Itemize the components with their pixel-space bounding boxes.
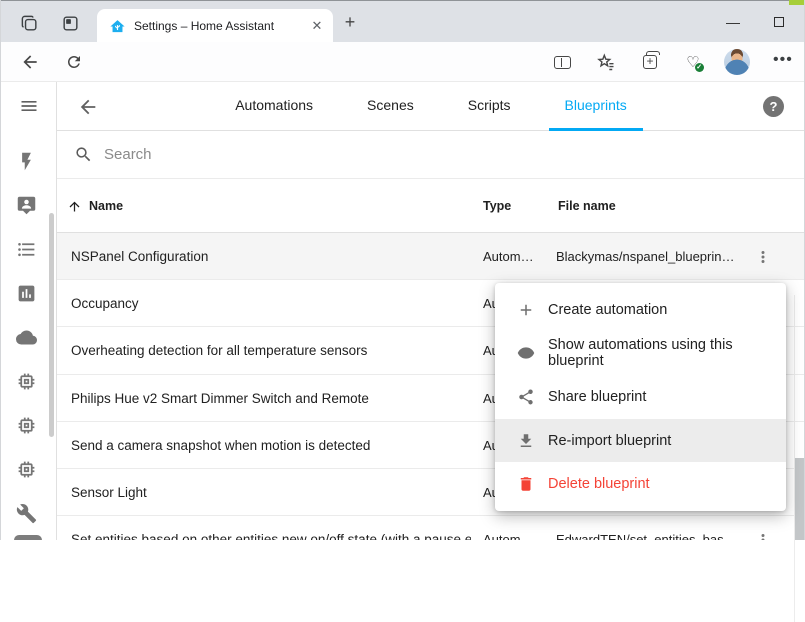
- table-header: Name Type File name: [57, 179, 805, 233]
- menu-hamburger-icon[interactable]: [18, 96, 40, 116]
- favorites-list-icon[interactable]: [595, 51, 617, 73]
- row-name: Occupancy: [71, 280, 139, 327]
- plus-icon: [517, 301, 535, 319]
- tab-actions-icon[interactable]: [60, 13, 80, 33]
- trash-icon: [517, 475, 535, 493]
- sidebar-item-cloud[interactable]: [0, 315, 52, 359]
- row-name: Set entities based on other entities new…: [71, 516, 471, 540]
- workspaces-icon[interactable]: [19, 13, 39, 33]
- new-tab-button[interactable]: +: [340, 12, 360, 32]
- tab-title: Settings – Home Assistant: [134, 19, 309, 33]
- collections-icon[interactable]: +: [639, 51, 661, 73]
- browser-toolbar: Not secure | homeassistant.local:8123/..…: [0, 42, 805, 82]
- share-icon: [517, 388, 535, 406]
- window-left-edge: [0, 0, 1, 540]
- menu-item-create-automation[interactable]: Create automation: [495, 288, 786, 332]
- sidebar-item-wrench[interactable]: [0, 491, 52, 535]
- list-icon: [16, 239, 37, 260]
- row-type: Autom…: [483, 516, 549, 540]
- help-icon[interactable]: ?: [763, 96, 784, 117]
- row-name: Sensor Light: [71, 469, 147, 516]
- download-icon: [517, 432, 535, 450]
- column-header-type[interactable]: Type: [483, 179, 511, 233]
- sidebar-item-chip[interactable]: [0, 359, 52, 403]
- row-file: Blackymas/nspanel_blueprin…: [556, 233, 746, 280]
- sidebar-item-list[interactable]: [0, 227, 52, 271]
- tab-scenes[interactable]: Scenes: [351, 82, 430, 131]
- account-marker-icon: [16, 195, 37, 216]
- sidebar-scrollbar[interactable]: [49, 213, 54, 437]
- row-name: NSPanel Configuration: [71, 233, 208, 280]
- search-bar[interactable]: [57, 131, 805, 179]
- sidebar-item-flash[interactable]: [0, 139, 52, 183]
- window-maximize-button[interactable]: [764, 11, 794, 33]
- sidebar-item-chip[interactable]: [0, 403, 52, 447]
- menu-item-delete-blueprint[interactable]: Delete blueprint: [495, 462, 786, 506]
- sidebar-item-chip[interactable]: [0, 447, 52, 491]
- chip-icon: [16, 415, 37, 436]
- chip-icon: [16, 459, 37, 480]
- cloud-icon: [16, 327, 37, 348]
- ha-header: Automations Scenes Scripts Blueprints ?: [57, 82, 805, 131]
- green-corner: [789, 0, 805, 5]
- tab-automations[interactable]: Automations: [219, 82, 329, 131]
- eye-icon: [517, 344, 535, 362]
- table-row[interactable]: NSPanel Configuration Autom… Blackymas/n…: [57, 233, 805, 280]
- row-overflow-menu-icon[interactable]: [751, 516, 775, 540]
- tab-close-icon[interactable]: ✕: [309, 18, 325, 34]
- home-assistant-favicon: [109, 18, 126, 35]
- back-button[interactable]: [19, 51, 41, 73]
- split-screen-icon[interactable]: [551, 51, 573, 73]
- ha-nav-tabs: Automations Scenes Scripts Blueprints: [57, 82, 805, 131]
- menu-item-re-import-blueprint[interactable]: Re-import blueprint: [495, 419, 786, 463]
- flash-icon: [16, 151, 37, 172]
- browser-tab-strip: Settings – Home Assistant ✕ + —: [0, 0, 805, 42]
- settings-menu-icon[interactable]: •••: [773, 51, 793, 69]
- refresh-button[interactable]: [63, 51, 85, 73]
- wrench-icon: [16, 503, 37, 524]
- sidebar-item-chart-box[interactable]: [0, 271, 52, 315]
- column-header-file[interactable]: File name: [558, 179, 616, 233]
- row-name: Philips Hue v2 Smart Dimmer Switch and R…: [71, 375, 369, 422]
- blueprint-context-menu: Create automation Show automations using…: [495, 283, 786, 511]
- sidebar-item-account-marker[interactable]: [0, 183, 52, 227]
- window-minimize-button[interactable]: —: [718, 11, 748, 33]
- tab-scripts[interactable]: Scripts: [452, 82, 527, 131]
- row-overflow-menu-icon[interactable]: [751, 233, 775, 280]
- menu-item-show-automations-using-this-blueprint[interactable]: Show automations using this blueprint: [495, 332, 786, 376]
- sidebar-icon-list: [0, 139, 52, 535]
- row-type: Autom…: [483, 233, 549, 280]
- row-name: Send a camera snapshot when motion is de…: [71, 422, 370, 469]
- search-input[interactable]: [104, 146, 504, 163]
- profile-avatar[interactable]: [724, 49, 750, 75]
- sidebar-partial-icon: [14, 535, 42, 540]
- ha-sidebar: [0, 82, 57, 540]
- column-header-name[interactable]: Name: [67, 179, 123, 233]
- scrollbar-thumb[interactable]: [795, 458, 804, 540]
- row-file: EdwardTEN/set_entities_bas…: [556, 516, 746, 540]
- tab-blueprints[interactable]: Blueprints: [549, 82, 643, 131]
- chip-icon: [16, 371, 37, 392]
- sort-arrow-icon: [67, 199, 82, 214]
- row-name: Overheating detection for all temperatur…: [71, 327, 367, 374]
- search-icon: [74, 145, 93, 164]
- browser-tab[interactable]: Settings – Home Assistant ✕: [97, 9, 333, 43]
- table-row[interactable]: Set entities based on other entities new…: [57, 516, 805, 540]
- browser-essentials-icon[interactable]: ♡✓: [682, 51, 704, 73]
- chart-box-icon: [16, 283, 37, 304]
- menu-item-share-blueprint[interactable]: Share blueprint: [495, 375, 786, 419]
